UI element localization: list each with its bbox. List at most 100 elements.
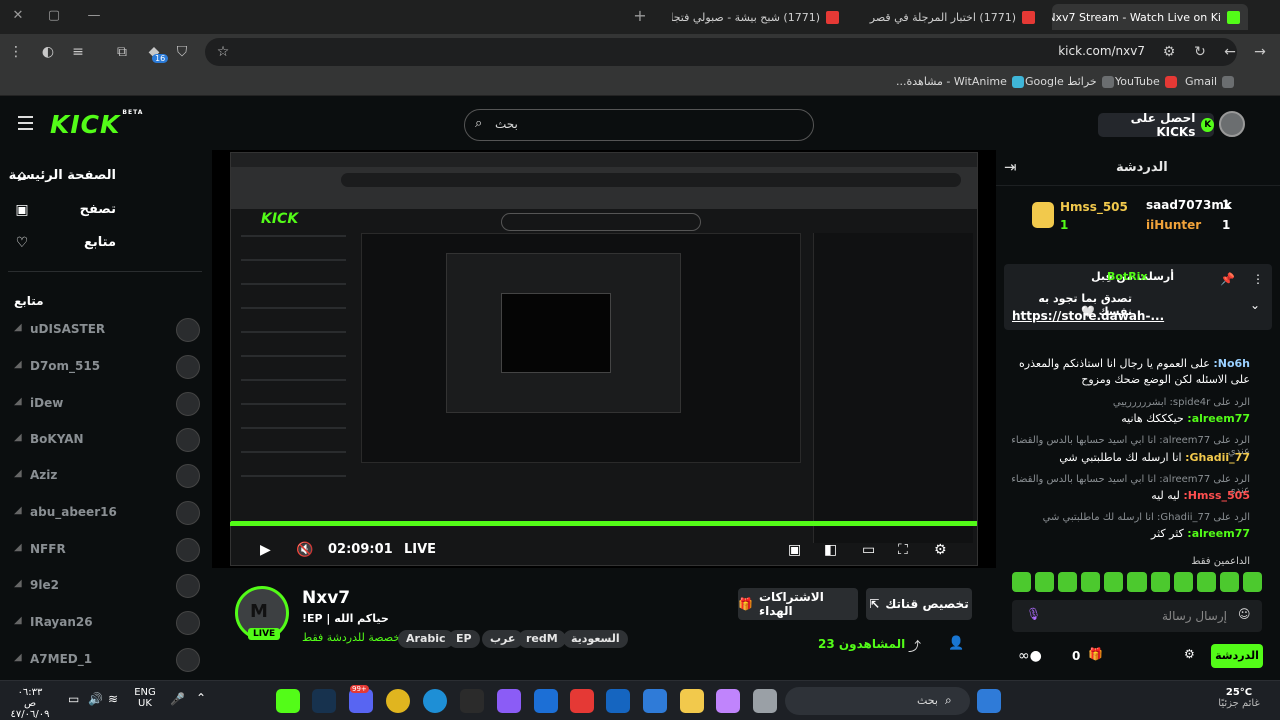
play-icon[interactable]: ▶ <box>260 542 271 558</box>
chevron-down-icon[interactable]: ⌄ <box>1250 298 1260 312</box>
search-input[interactable]: ⌕ بحث <box>464 109 814 141</box>
emoji-icon[interactable]: ☺ <box>1238 607 1251 621</box>
tag-redm[interactable]: redM <box>518 630 566 648</box>
tag-saudi[interactable]: السعودية <box>563 630 628 648</box>
gift-icon[interactable]: 🎁 <box>1088 647 1103 661</box>
pinned-link[interactable]: https://store.dawah-... <box>1012 309 1164 323</box>
steam-icon[interactable] <box>312 689 336 713</box>
copilot-icon[interactable] <box>716 689 740 713</box>
following-item[interactable]: ◢ iDew <box>14 391 200 417</box>
following-item[interactable]: ◢ abu_abeer16 <box>14 500 200 526</box>
store-icon[interactable] <box>643 689 667 713</box>
address-bar[interactable]: ☆ kick.com/nxv7 ⚙ <box>205 38 1237 66</box>
fullscreen-icon[interactable]: ⛶ <box>898 542 908 558</box>
tab-kick-active[interactable]: Nxv7 Stream - Watch Live on Ki ✕ <box>1052 4 1248 30</box>
reload-icon[interactable]: ↻ <box>1190 42 1210 62</box>
forward-icon[interactable]: → <box>1250 42 1270 62</box>
shield-icon[interactable]: ⛉ <box>172 42 192 62</box>
new-tab-icon[interactable]: + <box>628 6 652 26</box>
pip-icon[interactable]: ▣ <box>788 542 801 558</box>
window-minimize-icon[interactable]: — <box>82 6 106 26</box>
bookmark-gmail[interactable]: Gmail <box>1185 75 1235 88</box>
menu-dots-icon[interactable]: ⋮ <box>6 42 26 62</box>
tab-youtube-1[interactable]: (1771) اختبار المرجلة في قصر باز <box>868 4 1043 30</box>
chat-users-icon[interactable]: ∞● <box>1018 648 1042 664</box>
nav-home[interactable]: الصفحة الرئيسية <box>9 168 116 183</box>
microphone-icon[interactable]: 🎙 <box>1026 607 1041 621</box>
leaderboard-name[interactable]: Hmss_505 <box>1060 200 1128 214</box>
settings-gear-icon[interactable]: ⚙ <box>934 542 947 558</box>
outlook-icon[interactable] <box>606 689 630 713</box>
video-player[interactable]: KICK <box>212 150 996 568</box>
wifi-icon[interactable]: ≋ <box>108 692 118 706</box>
pinned-message[interactable]: أرسلت من قِبل BotRix تصدق بما تجود به نف… <box>1004 264 1272 330</box>
app-icon[interactable] <box>497 689 521 713</box>
share-icon[interactable]: ⤴ <box>908 636 921 655</box>
taskbar-clock[interactable]: ٠٦:٣٣ ص ٤٧/٠٦/٠٩ <box>10 687 50 720</box>
leaderboard-name[interactable]: saad7073mk <box>1146 198 1232 212</box>
task-view-icon[interactable] <box>753 689 777 713</box>
hamburger-menu-icon[interactable] <box>18 116 33 134</box>
epic-games-icon[interactable] <box>460 689 484 713</box>
kick-app-icon[interactable] <box>276 689 300 713</box>
nav-following[interactable]: متابع <box>84 235 116 250</box>
app-icon[interactable] <box>570 689 594 713</box>
file-explorer-icon[interactable] <box>680 689 704 713</box>
tag-arabic[interactable]: Arabic <box>398 630 454 648</box>
video-progress-bar[interactable] <box>230 522 977 526</box>
follow-user-icon[interactable]: 👤 <box>948 636 964 651</box>
get-kicks-button[interactable]: K احصل على KICKs <box>1098 111 1214 139</box>
bookmark-google-maps[interactable]: خرائط Google <box>1025 75 1114 88</box>
nav-browse[interactable]: تصفح <box>80 202 116 217</box>
leaderboard-name[interactable]: iiHunter <box>1146 218 1201 232</box>
following-item[interactable]: ◢ NFFR <box>14 537 200 563</box>
chrome-icon[interactable] <box>386 689 410 713</box>
dropbox-icon[interactable] <box>534 689 558 713</box>
window-close-icon[interactable]: ✕ <box>6 6 30 26</box>
microphone-icon[interactable]: 🎤 <box>170 692 185 706</box>
window-maximize-icon[interactable]: ▢ <box>42 6 66 26</box>
tag-ep[interactable]: EP <box>448 630 480 648</box>
pin-icon[interactable]: 📌 <box>1220 272 1235 286</box>
customize-channel-button[interactable]: ⇱ تخصيص قناتك <box>866 588 972 620</box>
extensions-puzzle-icon[interactable]: ⧉ <box>112 42 132 62</box>
battery-icon[interactable]: ▭ <box>68 692 79 706</box>
bookmark-youtube[interactable]: YouTube <box>1115 75 1177 88</box>
edge-icon[interactable] <box>423 689 447 713</box>
mute-icon[interactable]: 🔇 <box>296 542 313 558</box>
kick-logo[interactable]: KICK BETA <box>50 109 142 139</box>
following-item[interactable]: ◢ Aziz <box>14 463 200 489</box>
chat-settings-gear-icon[interactable]: ⚙ <box>1184 647 1195 661</box>
following-item[interactable]: ◢ 9le2 <box>14 573 200 599</box>
gift-subscriptions-button[interactable]: 🎁 الاشتراكات الهداء <box>738 588 858 620</box>
tab-youtube-2[interactable]: (1771) شبح بيشة - صبولي فتجال ✕ <box>672 4 847 30</box>
site-settings-icon[interactable]: ⚙ <box>1159 42 1179 62</box>
bookmark-star-icon[interactable]: ☆ <box>213 42 233 62</box>
language-indicator[interactable]: ENG UK <box>130 687 160 709</box>
weather-widget[interactable]: 25°C غائم جزئيًا <box>1204 687 1274 709</box>
clip-icon[interactable]: ◧ <box>824 542 837 558</box>
more-options-icon[interactable]: ⋮ <box>1252 272 1264 286</box>
user-avatar[interactable] <box>1219 111 1245 137</box>
following-item[interactable]: ◢ uDISASTER <box>14 317 200 343</box>
chevron-up-icon[interactable]: ⌃ <box>196 691 206 705</box>
stream-category[interactable]: مخصصة للدردشة فقط <box>302 631 406 644</box>
taskbar-search[interactable]: ⌕ بحث <box>785 687 970 715</box>
extension-icon[interactable]: ◐ <box>38 42 58 62</box>
chat-input[interactable]: 🎙 إرسال رسالة ☺ <box>1012 600 1262 632</box>
following-item[interactable]: ◢ A7MED_1 <box>14 647 200 673</box>
emote-bar[interactable] <box>1012 572 1263 596</box>
collapse-chat-icon[interactable]: ⇥ <box>1004 158 1017 176</box>
following-item[interactable]: ◢ BoKYAN <box>14 427 200 453</box>
back-icon[interactable]: ← <box>1220 42 1240 62</box>
heart-icon: ♡ <box>15 235 29 251</box>
theater-icon[interactable]: ▭ <box>862 542 875 558</box>
following-item[interactable]: ◢ D7om_515 <box>14 354 200 380</box>
volume-icon[interactable]: 🔊 <box>88 692 103 706</box>
reading-list-icon[interactable]: ≡ <box>68 42 88 62</box>
windows-start-icon[interactable] <box>977 689 1001 713</box>
channel-name[interactable]: Nxv7 <box>302 588 350 608</box>
bookmark-witanime[interactable]: WitAnime - مشاهدة... <box>896 75 1024 88</box>
following-item[interactable]: ◢ IRayan26 <box>14 610 200 636</box>
send-chat-button[interactable]: الدردشة <box>1211 644 1263 668</box>
